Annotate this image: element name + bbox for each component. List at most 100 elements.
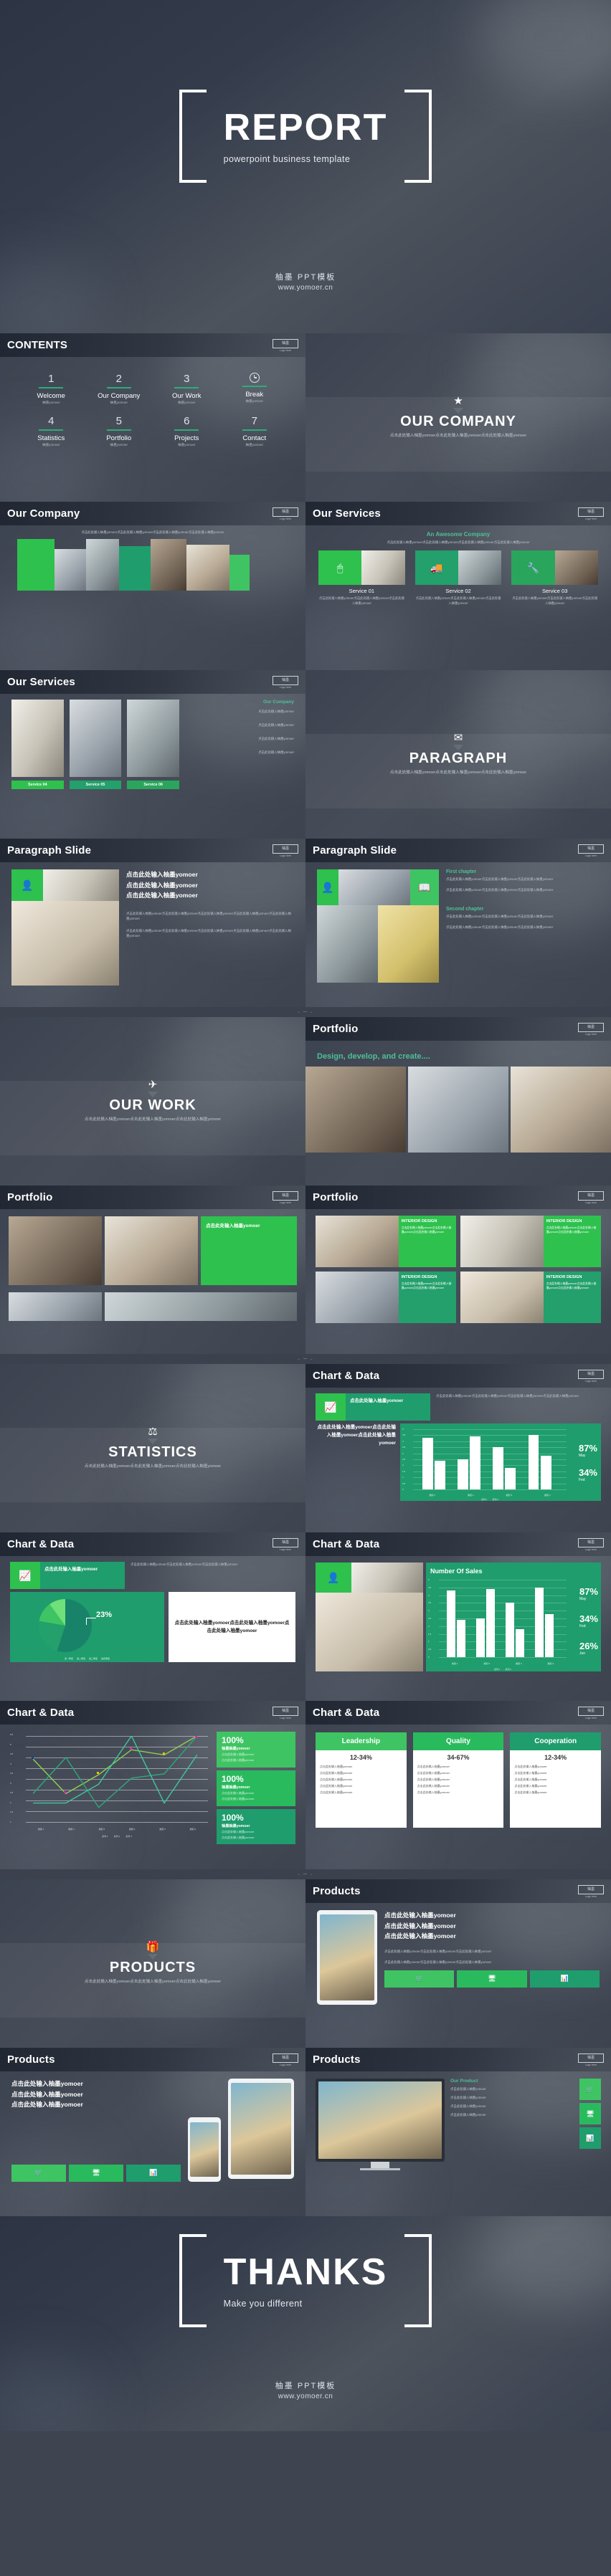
y-tick: 5 (428, 1578, 430, 1581)
logo-caption: Logo here (279, 517, 292, 520)
phone-device (188, 2117, 221, 2182)
photo-thumb (55, 549, 86, 591)
y-tick: 4.5 (402, 1434, 406, 1437)
contents-item[interactable]: 3 Our Work 柚墨yomoer (153, 373, 221, 405)
logo-placeholder: 柚墨 Logo here (273, 1537, 298, 1551)
logo-mark: 柚墨 (273, 1537, 298, 1547)
item-label: Break (245, 391, 264, 399)
bar (422, 1437, 433, 1489)
photo-tile[interactable] (408, 1067, 508, 1153)
chart-slide-table: Chart & Data 柚墨 Logo here Leadership 12-… (306, 1701, 611, 1869)
chart-icon[interactable]: 📊 (579, 2127, 601, 2149)
chart-slide-number-of-sales: Chart & Data 柚墨 Logo here 👤 Number Of Sa… (306, 1532, 611, 1701)
service-card[interactable]: 🖱 Service 01 点击此处输入柚墨yomoer点击此处输入柚墨yomoe… (318, 550, 405, 606)
y-tick: 3.5 (428, 1601, 432, 1605)
cart-icon[interactable]: 🛒 (579, 2079, 601, 2100)
item-sub: 柚墨yomoer (177, 401, 196, 404)
contents-item[interactable]: Break 柚墨yomoer (221, 373, 289, 405)
y-tick: 2.5 (10, 1791, 14, 1795)
photo-tile[interactable] (306, 1067, 406, 1153)
portfolio-tile[interactable]: INTERIOR DESIGN 点击此处输入柚墨yomoer点击此处输入柚墨yo… (460, 1216, 601, 1267)
logo-caption: Logo here (279, 1201, 292, 1204)
stat-line: 点击此处输入柚墨yomoer (222, 1790, 255, 1795)
cart-icon[interactable]: 🛒 (384, 1970, 455, 1988)
portfolio-tile[interactable]: INTERIOR DESIGN 点击此处输入柚墨yomoer点击此处输入柚墨yo… (316, 1216, 456, 1267)
service-name: Service 02 (445, 588, 471, 595)
portfolio-tile[interactable]: INTERIOR DESIGN 点击此处输入柚墨yomoer点击此处输入柚墨yo… (460, 1272, 601, 1323)
paragraph-slide-1: Paragraph Slide 柚墨 Logo here 👤 点击此处输入柚墨y… (0, 839, 306, 1007)
monitor-icon[interactable]: 🖥 (69, 2164, 123, 2182)
legend-entry: 系列 1 (480, 1498, 488, 1501)
logo-caption: Logo here (584, 1379, 597, 1383)
divider-title: PRODUCTS (109, 1959, 196, 1975)
contents-item[interactable]: 7 Contact 柚墨yomoer (221, 415, 289, 447)
stat-line: 点击此处输入柚墨yomoer (222, 1758, 255, 1762)
chapter-heading: Second chapter (446, 907, 484, 912)
caption-text: 点击此处输入柚墨yomoer (206, 1223, 260, 1229)
photo-tile[interactable] (9, 1292, 102, 1321)
y-tick: 1.5 (10, 1811, 14, 1814)
photo-tile[interactable] (9, 1216, 102, 1285)
monitor-icon[interactable]: 🖥 (579, 2103, 601, 2124)
service-card[interactable]: 🔧 Service 03 点击此处输入柚墨yomoer点击此处输入柚墨yomoe… (511, 550, 599, 606)
table-row: 点击此处输入柚墨yomoer (417, 1790, 450, 1794)
monitor-device (316, 2079, 445, 2162)
side-text: 点击此处输入柚墨yomoer点击此处输入柚墨yomoer点击此处输入柚墨yomo… (436, 1394, 579, 1398)
divider-subtitle: 点击此处输入柚墨yomoer点击此处输入柚墨yomoer点击此处输入柚墨yomo… (84, 1117, 222, 1122)
stat-card: 100% 柚墨柚墨yomoer 点击此处输入柚墨yomoer 点击此处输入柚墨y… (217, 1732, 295, 1768)
device-screen (320, 1914, 374, 2000)
y-tick: 2 (428, 1624, 430, 1628)
photo-tile[interactable] (105, 1216, 198, 1285)
y-tick: 3.5 (10, 1772, 14, 1775)
bar (544, 1613, 554, 1657)
y-tick: 0.5 (428, 1648, 432, 1651)
legend-entry: 系列 3 (125, 1835, 132, 1838)
item-sub: 柚墨yomoer (177, 443, 196, 447)
photo-tile[interactable] (511, 1067, 611, 1153)
logo-placeholder: 柚墨 Logo here (578, 1191, 604, 1204)
logo-caption: Logo here (279, 1547, 292, 1551)
x-tick: 类别 4 (547, 1662, 554, 1665)
chapter-heading: First chapter (446, 869, 477, 874)
logo-mark: 柚墨 (578, 507, 604, 517)
ending-title: THANKS (223, 2251, 388, 2294)
contents-item[interactable]: 2 Our Company 柚墨yomoer (85, 373, 153, 405)
photo-thumb (127, 700, 180, 777)
cart-icon[interactable]: 🛒 (11, 2164, 66, 2182)
stat-card: 100% 柚墨柚墨yomoer 点击此处输入柚墨yomoer 点击此处输入柚墨y… (217, 1808, 295, 1845)
tile-text: 点击此处输入柚墨yomoer点击此处输入柚墨yomoer点击此处输入柚墨yomo… (546, 1226, 597, 1234)
photo-thumb (338, 869, 410, 905)
photo-tile[interactable] (105, 1292, 297, 1321)
contents-item[interactable]: 1 Welcome 柚墨yomoer (17, 373, 85, 405)
portfolio-tile[interactable]: INTERIOR DESIGN 点击此处输入柚墨yomoer点击此处输入柚墨yo… (316, 1272, 456, 1323)
chart-slide-line: Chart & Data 柚墨 Logo here 5.5 5 4.5 4 3.… (0, 1701, 306, 1869)
logo-caption: Logo here (584, 1032, 597, 1036)
chart-icon[interactable]: 📊 (529, 1970, 600, 1988)
monitor-icon[interactable]: 🖥 (457, 1970, 527, 1988)
contents-item[interactable]: 5 Portfolio 柚墨yomoer (85, 415, 153, 447)
logo-placeholder: 柚墨 Logo here (578, 1022, 604, 1036)
headline-line: 点击此处输入柚墨yomoer (126, 892, 198, 900)
item-number: 1 (48, 373, 55, 385)
bar (493, 1447, 504, 1489)
stat-title: 柚墨柚墨yomoer (222, 1785, 250, 1790)
chart-slide-pie: Chart & Data 柚墨 Logo here 📈 点击此处输入柚墨yomo… (0, 1532, 306, 1701)
chart-icon[interactable]: 📊 (126, 2164, 181, 2182)
body-paragraph: 点击此处输入柚墨yomoer点击此处输入柚墨yomoer点击此处输入柚墨yomo… (384, 1960, 492, 1964)
item-sub: 柚墨yomoer (245, 443, 263, 447)
column-header: Leadership (316, 1732, 407, 1750)
y-tick: 1.5 (428, 1632, 432, 1636)
contents-item[interactable]: 6 Projects 柚墨yomoer (153, 415, 221, 447)
contents-item[interactable]: 4 Statistics 柚墨yomoer (17, 415, 85, 447)
y-tick: 2 (402, 1464, 404, 1467)
list-item: 点击此处输入柚墨yomoer (258, 723, 294, 728)
logo-caption: Logo here (584, 1716, 597, 1719)
stat-line: 点击此处输入柚墨yomoer (222, 1835, 255, 1839)
item-rule (39, 387, 64, 388)
tile-caption: INTERIOR DESIGN 点击此处输入柚墨yomoer点击此处输入柚墨yo… (543, 1216, 601, 1267)
service-card[interactable]: 🚚 Service 02 点击此处输入柚墨yomoer点击此处输入柚墨yomoe… (415, 550, 502, 606)
accent-block (119, 546, 151, 591)
divider-subtitle: 点击此处输入柚墨yomoer点击此处输入柚墨yomoer点击此处输入柚墨yomo… (84, 1464, 222, 1469)
person-icon: 👤 (11, 869, 43, 901)
y-tick: 5.5 (10, 1733, 14, 1736)
